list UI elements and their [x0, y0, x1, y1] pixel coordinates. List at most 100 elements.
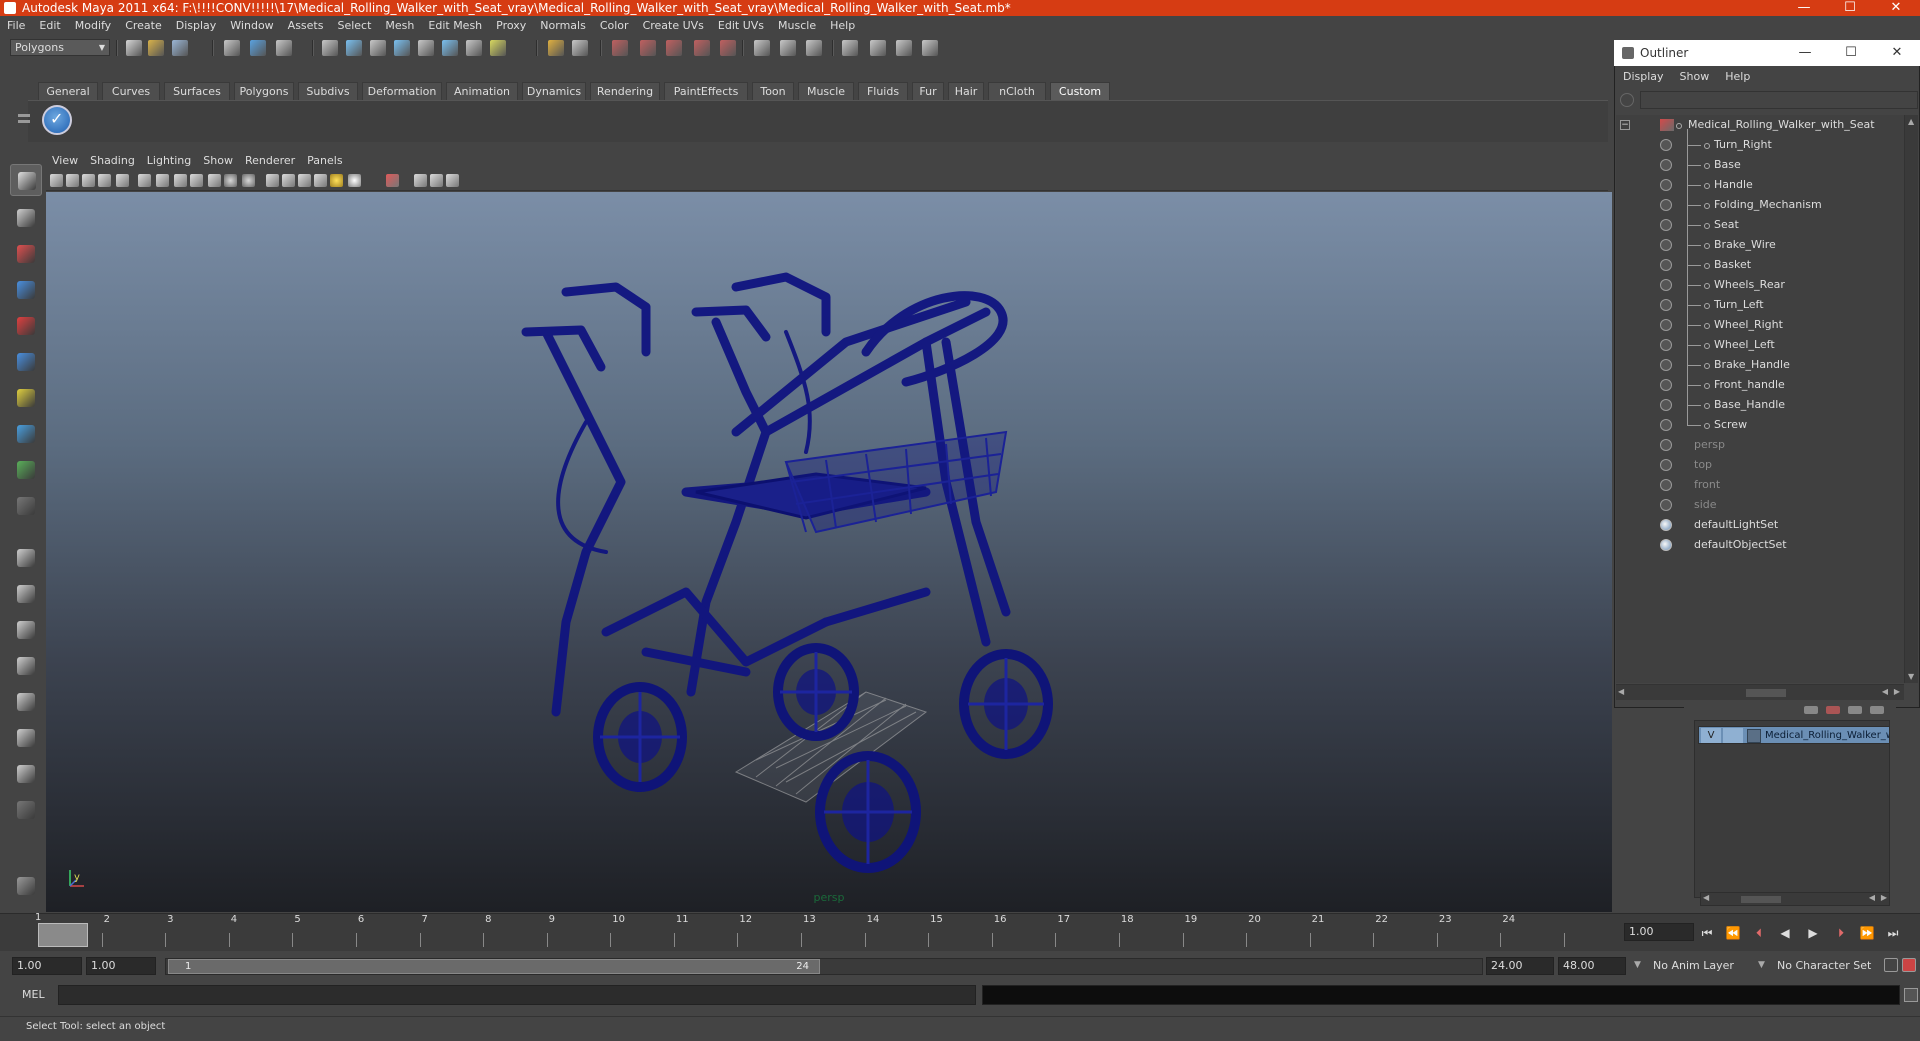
persp-hypershade-layout-icon[interactable] [10, 686, 42, 718]
wireframe-shading-icon[interactable] [156, 174, 169, 187]
menu-item-edit-uvs[interactable]: Edit UVs [711, 18, 771, 34]
step-forward-frame-icon[interactable]: ⏩ [1856, 925, 1878, 941]
tab-fluids[interactable]: Fluids [858, 82, 908, 100]
animation-end-field[interactable]: 48.00 [1558, 957, 1626, 975]
menu-item-color[interactable]: Color [593, 18, 636, 34]
image-plane-icon[interactable] [98, 174, 111, 187]
viewport-menu-panels[interactable]: Panels [301, 153, 348, 169]
outliner-item-brake_wire[interactable]: Brake_Wire [1616, 235, 1904, 255]
new-scene-icon[interactable] [126, 40, 142, 56]
chevron-down-icon[interactable]: ▼ [1758, 956, 1770, 974]
select-by-component-icon[interactable] [276, 40, 292, 56]
select-joints-icon[interactable] [346, 40, 362, 56]
outliner-item-folding_mechanism[interactable]: Folding_Mechanism [1616, 195, 1904, 215]
playback-start-field[interactable]: 1.00 [86, 957, 156, 975]
step-back-frame-icon[interactable]: ⏪ [1722, 925, 1744, 941]
layout-options-icon[interactable] [10, 794, 42, 826]
use-all-lights-icon[interactable] [224, 174, 237, 187]
persp-graph-layout-icon[interactable] [10, 650, 42, 682]
command-input[interactable] [58, 985, 976, 1005]
menu-item-display[interactable]: Display [169, 18, 224, 34]
outliner-menu-show[interactable]: Show [1672, 67, 1718, 86]
minimize-button[interactable]: — [1786, 0, 1822, 16]
snap-to-curve-icon[interactable] [640, 40, 656, 56]
outliner-horizontal-scrollbar[interactable]: ◀ ◀ ▶ [1616, 684, 1904, 700]
four-view-layout-icon[interactable] [10, 578, 42, 610]
menu-item-create-uvs[interactable]: Create UVs [636, 18, 711, 34]
layer-horizontal-scrollbar[interactable]: ◀ ◀ ▶ [1700, 892, 1890, 906]
perspective-viewport[interactable]: y persp [46, 192, 1612, 912]
smooth-shading-icon[interactable] [174, 174, 187, 187]
menu-item-file[interactable]: File [0, 18, 32, 34]
outliner-item-wheel_left[interactable]: Wheel_Left [1616, 335, 1904, 355]
outliner-item-turn_right[interactable]: Turn_Right [1616, 135, 1904, 155]
current-time-marker[interactable]: 1 [35, 912, 88, 947]
anim-layer-selector[interactable]: No Anim Layer [1648, 957, 1758, 975]
outliner-item-screw[interactable]: Screw [1616, 415, 1904, 435]
play-forward-icon[interactable]: ▶ [1802, 925, 1824, 941]
tab-surfaces[interactable]: Surfaces [164, 82, 230, 100]
tab-muscle[interactable]: Muscle [798, 82, 854, 100]
go-to-end-icon[interactable]: ⏭ [1882, 925, 1904, 941]
script-editor-icon[interactable] [1904, 988, 1918, 1002]
persp-outliner-layout-icon[interactable] [10, 614, 42, 646]
tab-dynamics[interactable]: Dynamics [522, 82, 586, 100]
isolate-select-icon[interactable] [386, 174, 399, 187]
menu-item-edit-mesh[interactable]: Edit Mesh [421, 18, 489, 34]
viewport-menu-lighting[interactable]: Lighting [141, 153, 197, 169]
select-dynamics-icon[interactable] [442, 40, 458, 56]
select-deformations-icon[interactable] [418, 40, 434, 56]
layer-color-swatch[interactable] [1747, 729, 1761, 743]
current-frame-field[interactable]: 1.00 [1624, 923, 1694, 941]
shelf-options-icon[interactable] [18, 104, 32, 138]
go-to-start-icon[interactable]: ⏮ [1696, 925, 1718, 941]
xray-components-icon[interactable] [298, 174, 311, 187]
render-view-icon[interactable] [842, 40, 858, 56]
layer-visibility-toggle[interactable]: V [1701, 728, 1721, 743]
tab-deformation[interactable]: Deformation [362, 82, 442, 100]
viewport-menu-view[interactable]: View [46, 153, 84, 169]
playback-end-field[interactable]: 24.00 [1486, 957, 1554, 975]
viewport-menu-shading[interactable]: Shading [84, 153, 141, 169]
menu-set-selector[interactable]: Polygons ▼ [10, 39, 110, 56]
outliner-item-base_handle[interactable]: Base_Handle [1616, 395, 1904, 415]
menu-item-proxy[interactable]: Proxy [489, 18, 533, 34]
layer-delete-icon[interactable] [1826, 706, 1840, 714]
outliner-item-camera-top[interactable]: top [1616, 455, 1904, 475]
play-backward-icon[interactable]: ◀ [1774, 925, 1796, 941]
ipr-render-icon[interactable] [896, 40, 912, 56]
select-by-object-icon[interactable] [250, 40, 266, 56]
xray-icon[interactable] [266, 174, 279, 187]
camera-attributes-icon[interactable] [66, 174, 79, 187]
chevron-down-icon[interactable]: ▼ [1634, 956, 1646, 974]
xray-joints-icon[interactable] [282, 174, 295, 187]
outliner-tree[interactable]: − Medical_Rolling_Walker_with_Seat Turn_Ri… [1616, 115, 1904, 683]
outliner-item-camera-persp[interactable]: persp [1616, 435, 1904, 455]
menu-item-create[interactable]: Create [118, 18, 169, 34]
tab-fur[interactable]: Fur [912, 82, 944, 100]
step-back-key-icon[interactable]: ⏴ [1748, 925, 1770, 941]
paint-select-tool-icon[interactable] [10, 238, 42, 270]
select-curves-icon[interactable] [370, 40, 386, 56]
layer-row[interactable]: V Medical_Rolling_Walker_w [1698, 726, 1890, 744]
auto-key-icon[interactable] [1902, 958, 1916, 972]
outliner-menu-display[interactable]: Display [1615, 67, 1672, 86]
textured-icon[interactable] [208, 174, 221, 187]
render-current-icon[interactable] [870, 40, 886, 56]
last-tool-icon[interactable] [10, 490, 42, 522]
menu-item-modify[interactable]: Modify [68, 18, 118, 34]
make-live-icon[interactable] [720, 40, 736, 56]
menu-item-edit[interactable]: Edit [32, 18, 67, 34]
universal-manipulator-icon[interactable] [10, 382, 42, 414]
outliner-minimize-button[interactable]: — [1782, 40, 1828, 66]
render-settings-icon[interactable] [922, 40, 938, 56]
outliner-item-camera-side[interactable]: side [1616, 495, 1904, 515]
viewport-menu-renderer[interactable]: Renderer [239, 153, 301, 169]
collapse-toggle-icon[interactable]: − [1620, 120, 1630, 130]
backface-culling-icon[interactable] [314, 174, 327, 187]
menu-item-help[interactable]: Help [823, 18, 862, 34]
tab-polygons[interactable]: Polygons [234, 82, 294, 100]
tab-curves[interactable]: Curves [102, 82, 160, 100]
character-key-icon[interactable] [1884, 958, 1898, 972]
outliner-item-root[interactable]: − Medical_Rolling_Walker_with_Seat [1616, 115, 1904, 135]
